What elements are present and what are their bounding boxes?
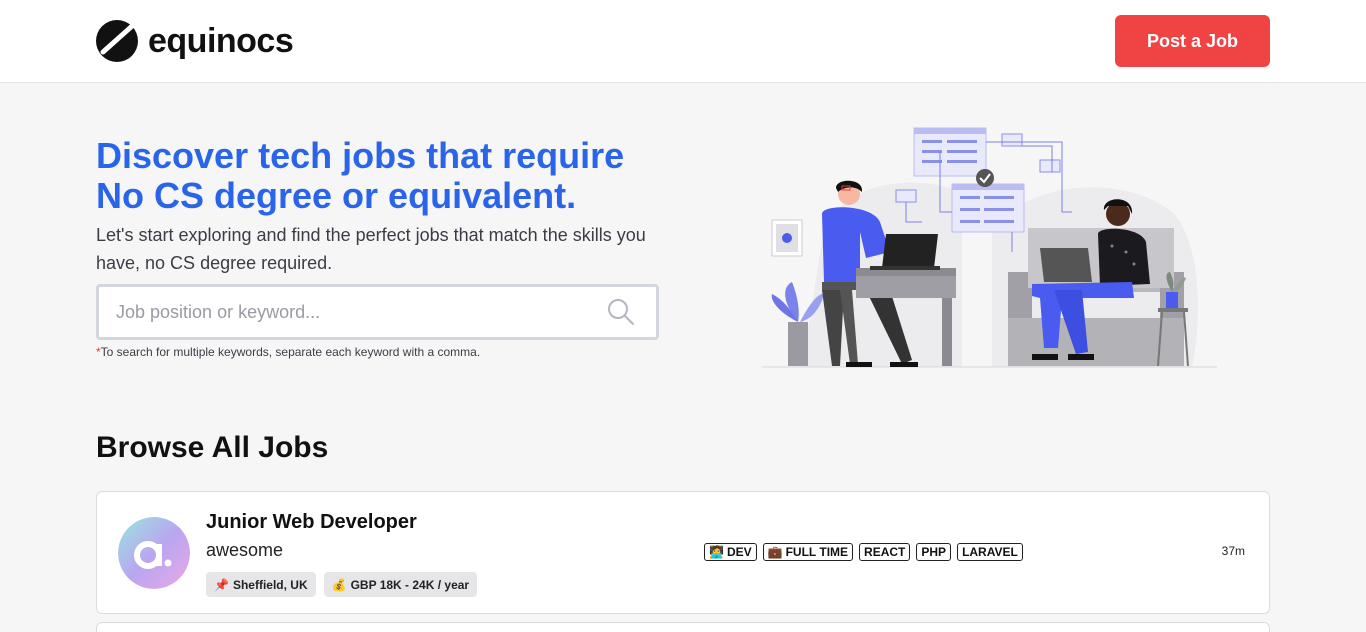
job-card[interactable]: Junior Web Developer awesome 📌 Sheffield… [96,491,1270,614]
tag-full-time[interactable]: 💼 FULL TIME [762,543,854,561]
hero-title: Discover tech jobs that require No CS de… [96,136,676,216]
post-job-button[interactable]: Post a Job [1115,15,1270,67]
job-tags: 🧑‍💻 DEV 💼 FULL TIME REACT PHP LARAVEL [704,543,1023,561]
hero-illustration [762,127,1217,368]
tag-php[interactable]: PHP [916,543,952,561]
briefcase-icon: 💼 [767,545,783,559]
hero-title-line1: Discover tech jobs that require [96,135,625,176]
search-icon[interactable] [606,297,636,327]
search-box [96,284,659,340]
posted-time: 37m [1221,544,1245,558]
search-hint-text: To search for multiple keywords, separat… [100,345,481,359]
job-card[interactable] [96,622,1270,632]
brand-logo[interactable]: equinocs [96,12,294,70]
pin-icon: 📌 [214,577,229,592]
money-bag-icon: 💰 [331,577,347,592]
browse-all-jobs-heading: Browse All Jobs [96,431,329,464]
tag-label: DEV [726,545,752,559]
tag-label: REACT [864,545,906,559]
tag-laravel[interactable]: LARAVEL [957,543,1023,561]
location-badge: 📌 Sheffield, UK [206,572,316,597]
search-hint: *To search for multiple keywords, separa… [96,345,480,359]
location-text: Sheffield, UK [232,577,308,592]
search-input[interactable] [99,287,606,337]
job-title[interactable]: Junior Web Developer [206,511,417,534]
brand-name: equinocs [148,21,294,60]
salary-badge: 💰 GBP 18K - 24K / year [323,572,478,597]
technologist-icon: 🧑‍💻 [709,545,724,559]
salary-text: GBP 18K - 24K / year [350,577,470,592]
company-logo-icon [118,517,190,589]
hero-subtitle: Let's start exploring and find the perfe… [96,225,646,273]
company-name: awesome [206,540,284,560]
tag-dev[interactable]: 🧑‍💻 DEV [704,543,757,561]
hero-title-line2: No CS degree or equivalent. [96,175,577,216]
tag-label: LARAVEL [962,545,1018,559]
top-navbar: equinocs Post a Job [0,0,1366,83]
tag-label: PHP [921,545,947,559]
tag-label: FULL TIME [785,545,849,559]
job-meta: 📌 Sheffield, UK 💰 GBP 18K - 24K / year [206,572,478,597]
tag-react[interactable]: REACT [859,543,911,561]
equinocs-logo-icon [96,20,138,62]
